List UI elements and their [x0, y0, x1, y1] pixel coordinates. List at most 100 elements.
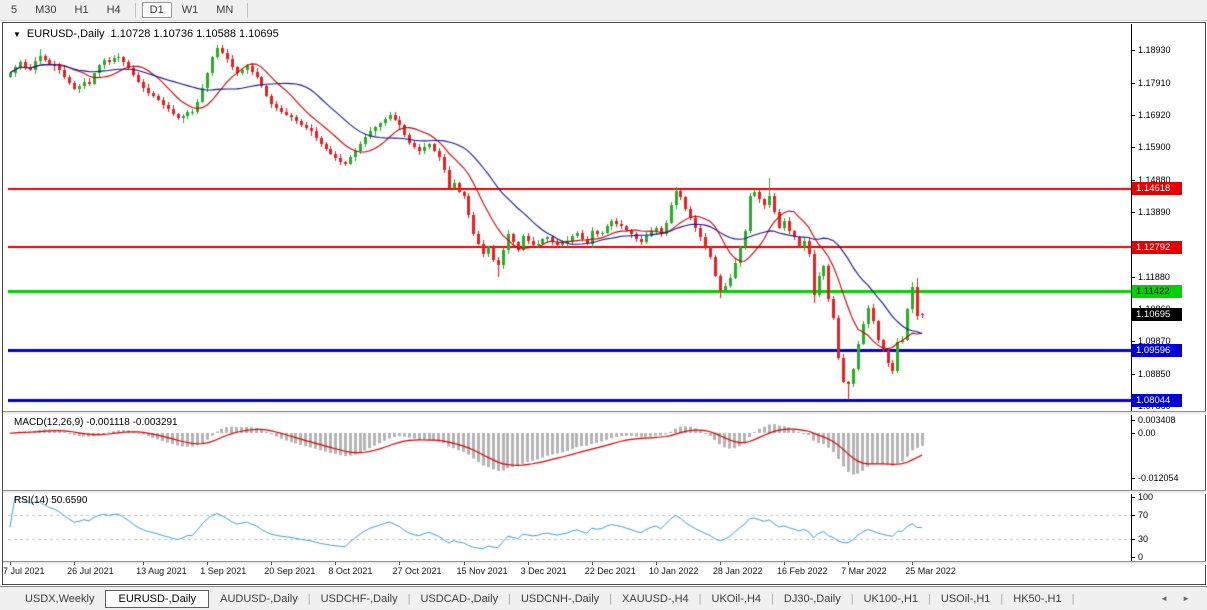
date-tick-mark	[399, 562, 401, 565]
price-tick-mark	[1131, 82, 1135, 84]
date-label: 1 Sep 2021	[200, 566, 247, 576]
tab-uk100-h1[interactable]: UK100-,H1	[855, 591, 927, 607]
rsi-axis-tick-mark	[1131, 497, 1135, 498]
date-label: 26 Jul 2021	[67, 566, 114, 576]
rsi-axis-tick-label: 0	[1138, 552, 1144, 562]
price-tick-label: 1.18930	[1138, 45, 1171, 55]
date-tick-mark	[143, 562, 145, 565]
rsi-axis-tick-label: 70	[1138, 510, 1149, 520]
date-tick-mark	[527, 562, 529, 565]
date-tick-mark	[719, 562, 721, 565]
price-tick-mark	[1131, 180, 1135, 182]
date-tick-mark	[591, 562, 593, 565]
date-label: 7 Jul 2021	[3, 566, 45, 576]
toolbar-separator	[134, 2, 136, 18]
rsi-value: 50.6590	[51, 495, 88, 506]
timeframe-button-m30[interactable]: M30	[27, 2, 64, 18]
price-tick-mark	[1131, 50, 1135, 51]
rsi-axis-tick-label: 100	[1138, 492, 1154, 502]
timeframe-button-h4[interactable]: H4	[99, 2, 129, 18]
macd-axis-tick-label: 0.003408	[1138, 415, 1176, 426]
macd-axis-tick-mark	[1131, 433, 1135, 434]
timeframe-button-w1[interactable]: W1	[174, 2, 207, 18]
date-tick-mark	[655, 562, 657, 565]
price-tick-label: 1.11880	[1138, 271, 1170, 282]
macd-axis-tick-mark	[1131, 477, 1135, 479]
price-tick-label: 1.17910	[1138, 77, 1171, 88]
tab-hk50-h1[interactable]: HK50-,H1	[1004, 591, 1070, 607]
date-label: 13 Aug 2021	[136, 566, 187, 576]
price-level-label-1-09596: 1.09596	[1132, 343, 1182, 357]
rsi-name: RSI(14)	[14, 495, 49, 506]
rsi-axis-tick-label: 30	[1138, 534, 1149, 544]
tab-scroll-left-icon[interactable]: ◄	[1153, 594, 1175, 603]
price-level-label-1-12792: 1.12792	[1132, 240, 1182, 254]
date-label: 15 Nov 2021	[456, 566, 508, 576]
price-level-label-1-08044: 1.08044	[1132, 393, 1182, 407]
chart-ohlc-values: 1.10728 1.10736 1.10588 1.10695	[110, 28, 279, 40]
date-label: 20 Sep 2021	[264, 566, 316, 576]
rsi-axis-tick-mark	[1131, 539, 1135, 540]
price-level-label-1-10695: 1.10695	[1132, 308, 1182, 322]
tab-usdx-weekly[interactable]: USDX,Weekly	[16, 591, 103, 607]
tab-scroll-arrows: ◄ ►	[1153, 594, 1207, 603]
date-label: 27 Oct 2021	[392, 566, 442, 576]
price-tick-mark	[1131, 212, 1135, 214]
price-tick-mark	[1131, 276, 1135, 278]
timeframe-button-5[interactable]: 5	[3, 2, 25, 18]
timeframe-button-mn[interactable]: MN	[208, 2, 241, 18]
date-tick-mark	[74, 562, 76, 565]
macd-axis-tick-label: -0.012054	[1138, 472, 1179, 483]
date-tick-mark	[271, 562, 273, 565]
tab-usdchf-daily[interactable]: USDCHF-,Daily	[312, 591, 407, 607]
price-tick-mark	[1131, 341, 1135, 343]
macd-name: MACD(12,26,9)	[14, 417, 84, 428]
date-label: 7 Mar 2022	[841, 566, 887, 576]
price-level-label-1-11422: 1.11422	[1132, 284, 1182, 298]
tab-eurusd-daily[interactable]: EURUSD-,Daily	[105, 589, 210, 608]
date-tick-mark	[848, 562, 850, 565]
rsi-axis-tick-mark	[1131, 515, 1135, 516]
chart-symbol-label: EURUSD-,Daily	[26, 28, 105, 40]
date-tick-mark	[335, 562, 337, 565]
date-label: 10 Jan 2022	[648, 566, 699, 576]
tab-usdcad-daily[interactable]: USDCAD-,Daily	[411, 591, 507, 607]
tab-ukoil-h4[interactable]: UKOil-,H4	[703, 591, 771, 607]
price-tick-label: 1.13890	[1138, 207, 1171, 218]
rsi-pane-divider[interactable]	[3, 490, 1206, 494]
rsi-axis-tick-mark	[1131, 557, 1135, 558]
price-tick-label: 1.16920	[1138, 109, 1171, 120]
tab-dj30-daily[interactable]: DJ30-,Daily	[775, 591, 850, 607]
timeframe-button-h1[interactable]: H1	[67, 2, 97, 18]
date-tick-mark	[207, 562, 209, 565]
price-tick-mark	[1131, 374, 1135, 376]
date-label: 22 Dec 2021	[584, 566, 636, 576]
date-label: 28 Jan 2022	[712, 566, 763, 576]
macd-pane-divider[interactable]	[3, 411, 1206, 415]
time-axis-divider	[3, 561, 1206, 565]
date-label: 8 Oct 2021	[328, 566, 373, 576]
chart-plot-area[interactable]	[8, 24, 1131, 562]
date-label: 16 Feb 2022	[777, 566, 828, 576]
macd-indicator-label: MACD(12,26,9) -0.001118 -0.003291	[14, 417, 178, 428]
date-tick-mark	[463, 562, 465, 565]
macd-axis-tick-label: 0.00	[1138, 428, 1156, 438]
tab-audusd-daily[interactable]: AUDUSD-,Daily	[211, 591, 307, 607]
tab-scroll-right-icon[interactable]: ►	[1175, 594, 1197, 603]
timeframe-toolbar: 5 M30 H1 H4 D1 W1 MN	[0, 0, 1207, 21]
symbol-dropdown-icon[interactable]: ▼	[13, 30, 21, 39]
symbol-tabbar: USDX,Weekly EURUSD-,Daily AUDUSD-,Daily | US…	[0, 586, 1207, 610]
date-tick-mark	[10, 562, 11, 565]
date-label: 25 Mar 2022	[905, 566, 956, 576]
macd-values: -0.001118 -0.003291	[86, 417, 178, 428]
tab-xauusd-h4[interactable]: XAUUSD-,H4	[613, 591, 698, 607]
date-tick-mark	[784, 562, 785, 565]
date-label: 3 Dec 2021	[520, 566, 567, 576]
timeframe-button-d1[interactable]: D1	[141, 2, 172, 18]
rsi-indicator-label: RSI(14) 50.6590	[14, 495, 87, 506]
price-tick-label: 1.15900	[1138, 142, 1171, 153]
tab-usdcnh-daily[interactable]: USDCNH-,Daily	[512, 591, 608, 607]
price-level-label-1-14618: 1.14618	[1132, 182, 1182, 196]
macd-axis-tick-mark	[1131, 420, 1135, 422]
tab-usoil-h1[interactable]: USOil-,H1	[932, 591, 1000, 607]
